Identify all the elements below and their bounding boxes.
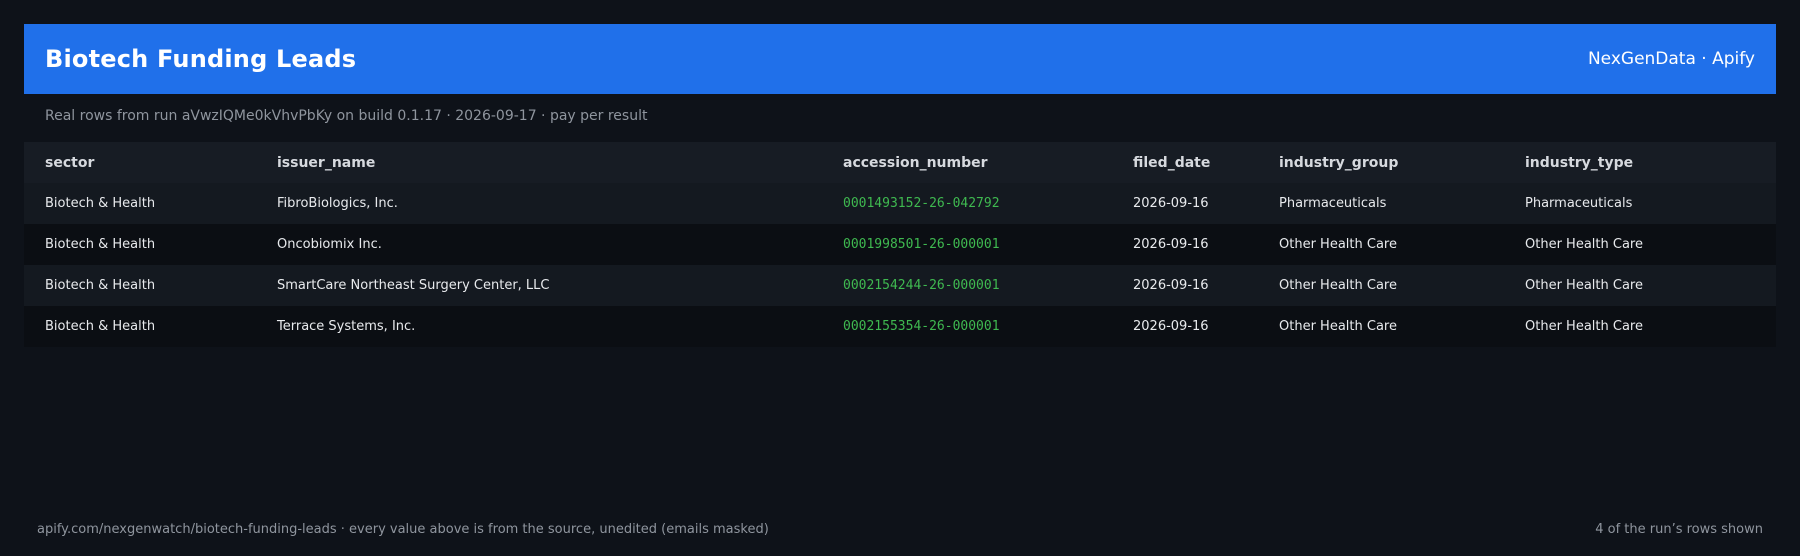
results-table: sector issuer_name accession_number file… (24, 142, 1776, 347)
footer-row-count: 4 of the run’s rows shown (1595, 522, 1763, 537)
brand-label: NexGenData · Apify (1587, 49, 1755, 69)
column-header-industry-type[interactable]: industry_type (1504, 155, 1776, 171)
cell-industry-type: Pharmaceuticals (1525, 196, 1633, 211)
cell-accession-number: 0001998501-26-000001 (843, 237, 1000, 252)
cell-industry-type: Other Health Care (1525, 237, 1643, 252)
cell-filed-date: 2026-09-16 (1133, 196, 1209, 211)
table-row: Biotech & Health Oncobiomix Inc. 0001998… (24, 224, 1776, 265)
table-row: Biotech & Health FibroBiologics, Inc. 00… (24, 183, 1776, 224)
table-row: Biotech & Health SmartCare Northeast Sur… (24, 265, 1776, 306)
cell-filed-date: 2026-09-16 (1133, 237, 1209, 252)
column-header-accession-number[interactable]: accession_number (822, 155, 1112, 171)
cell-accession-number: 0001493152-26-042792 (843, 196, 1000, 211)
table-header-row: sector issuer_name accession_number file… (24, 142, 1776, 183)
cell-sector: Biotech & Health (45, 278, 156, 293)
cell-industry-group: Other Health Care (1279, 319, 1397, 334)
page-title: Biotech Funding Leads (45, 45, 357, 73)
cell-industry-group: Other Health Care (1279, 278, 1397, 293)
cell-filed-date: 2026-09-16 (1133, 278, 1209, 293)
footer-source-note: apify.com/nexgenwatch/biotech-funding-le… (37, 522, 769, 537)
header-banner: Biotech Funding Leads NexGenData · Apify (24, 24, 1776, 94)
cell-issuer-name: Terrace Systems, Inc. (277, 319, 416, 334)
column-header-sector[interactable]: sector (24, 155, 256, 171)
page: Biotech Funding Leads NexGenData · Apify… (0, 0, 1800, 556)
cell-industry-group: Pharmaceuticals (1279, 196, 1387, 211)
cell-accession-number: 0002155354-26-000001 (843, 319, 1000, 334)
cell-issuer-name: SmartCare Northeast Surgery Center, LLC (277, 278, 550, 293)
cell-industry-type: Other Health Care (1525, 278, 1643, 293)
table-row: Biotech & Health Terrace Systems, Inc. 0… (24, 306, 1776, 347)
cell-accession-number: 0002154244-26-000001 (843, 278, 1000, 293)
run-info-subtitle: Real rows from run aVwzIQMe0kVhvPbKy on … (45, 108, 648, 124)
cell-filed-date: 2026-09-16 (1133, 319, 1209, 334)
cell-industry-group: Other Health Care (1279, 237, 1397, 252)
cell-industry-type: Other Health Care (1525, 319, 1643, 334)
cell-issuer-name: FibroBiologics, Inc. (277, 196, 398, 211)
column-header-industry-group[interactable]: industry_group (1258, 155, 1504, 171)
cell-sector: Biotech & Health (45, 237, 156, 252)
column-header-filed-date[interactable]: filed_date (1112, 155, 1258, 171)
column-header-issuer-name[interactable]: issuer_name (256, 155, 822, 171)
cell-issuer-name: Oncobiomix Inc. (277, 237, 382, 252)
cell-sector: Biotech & Health (45, 196, 156, 211)
cell-sector: Biotech & Health (45, 319, 156, 334)
